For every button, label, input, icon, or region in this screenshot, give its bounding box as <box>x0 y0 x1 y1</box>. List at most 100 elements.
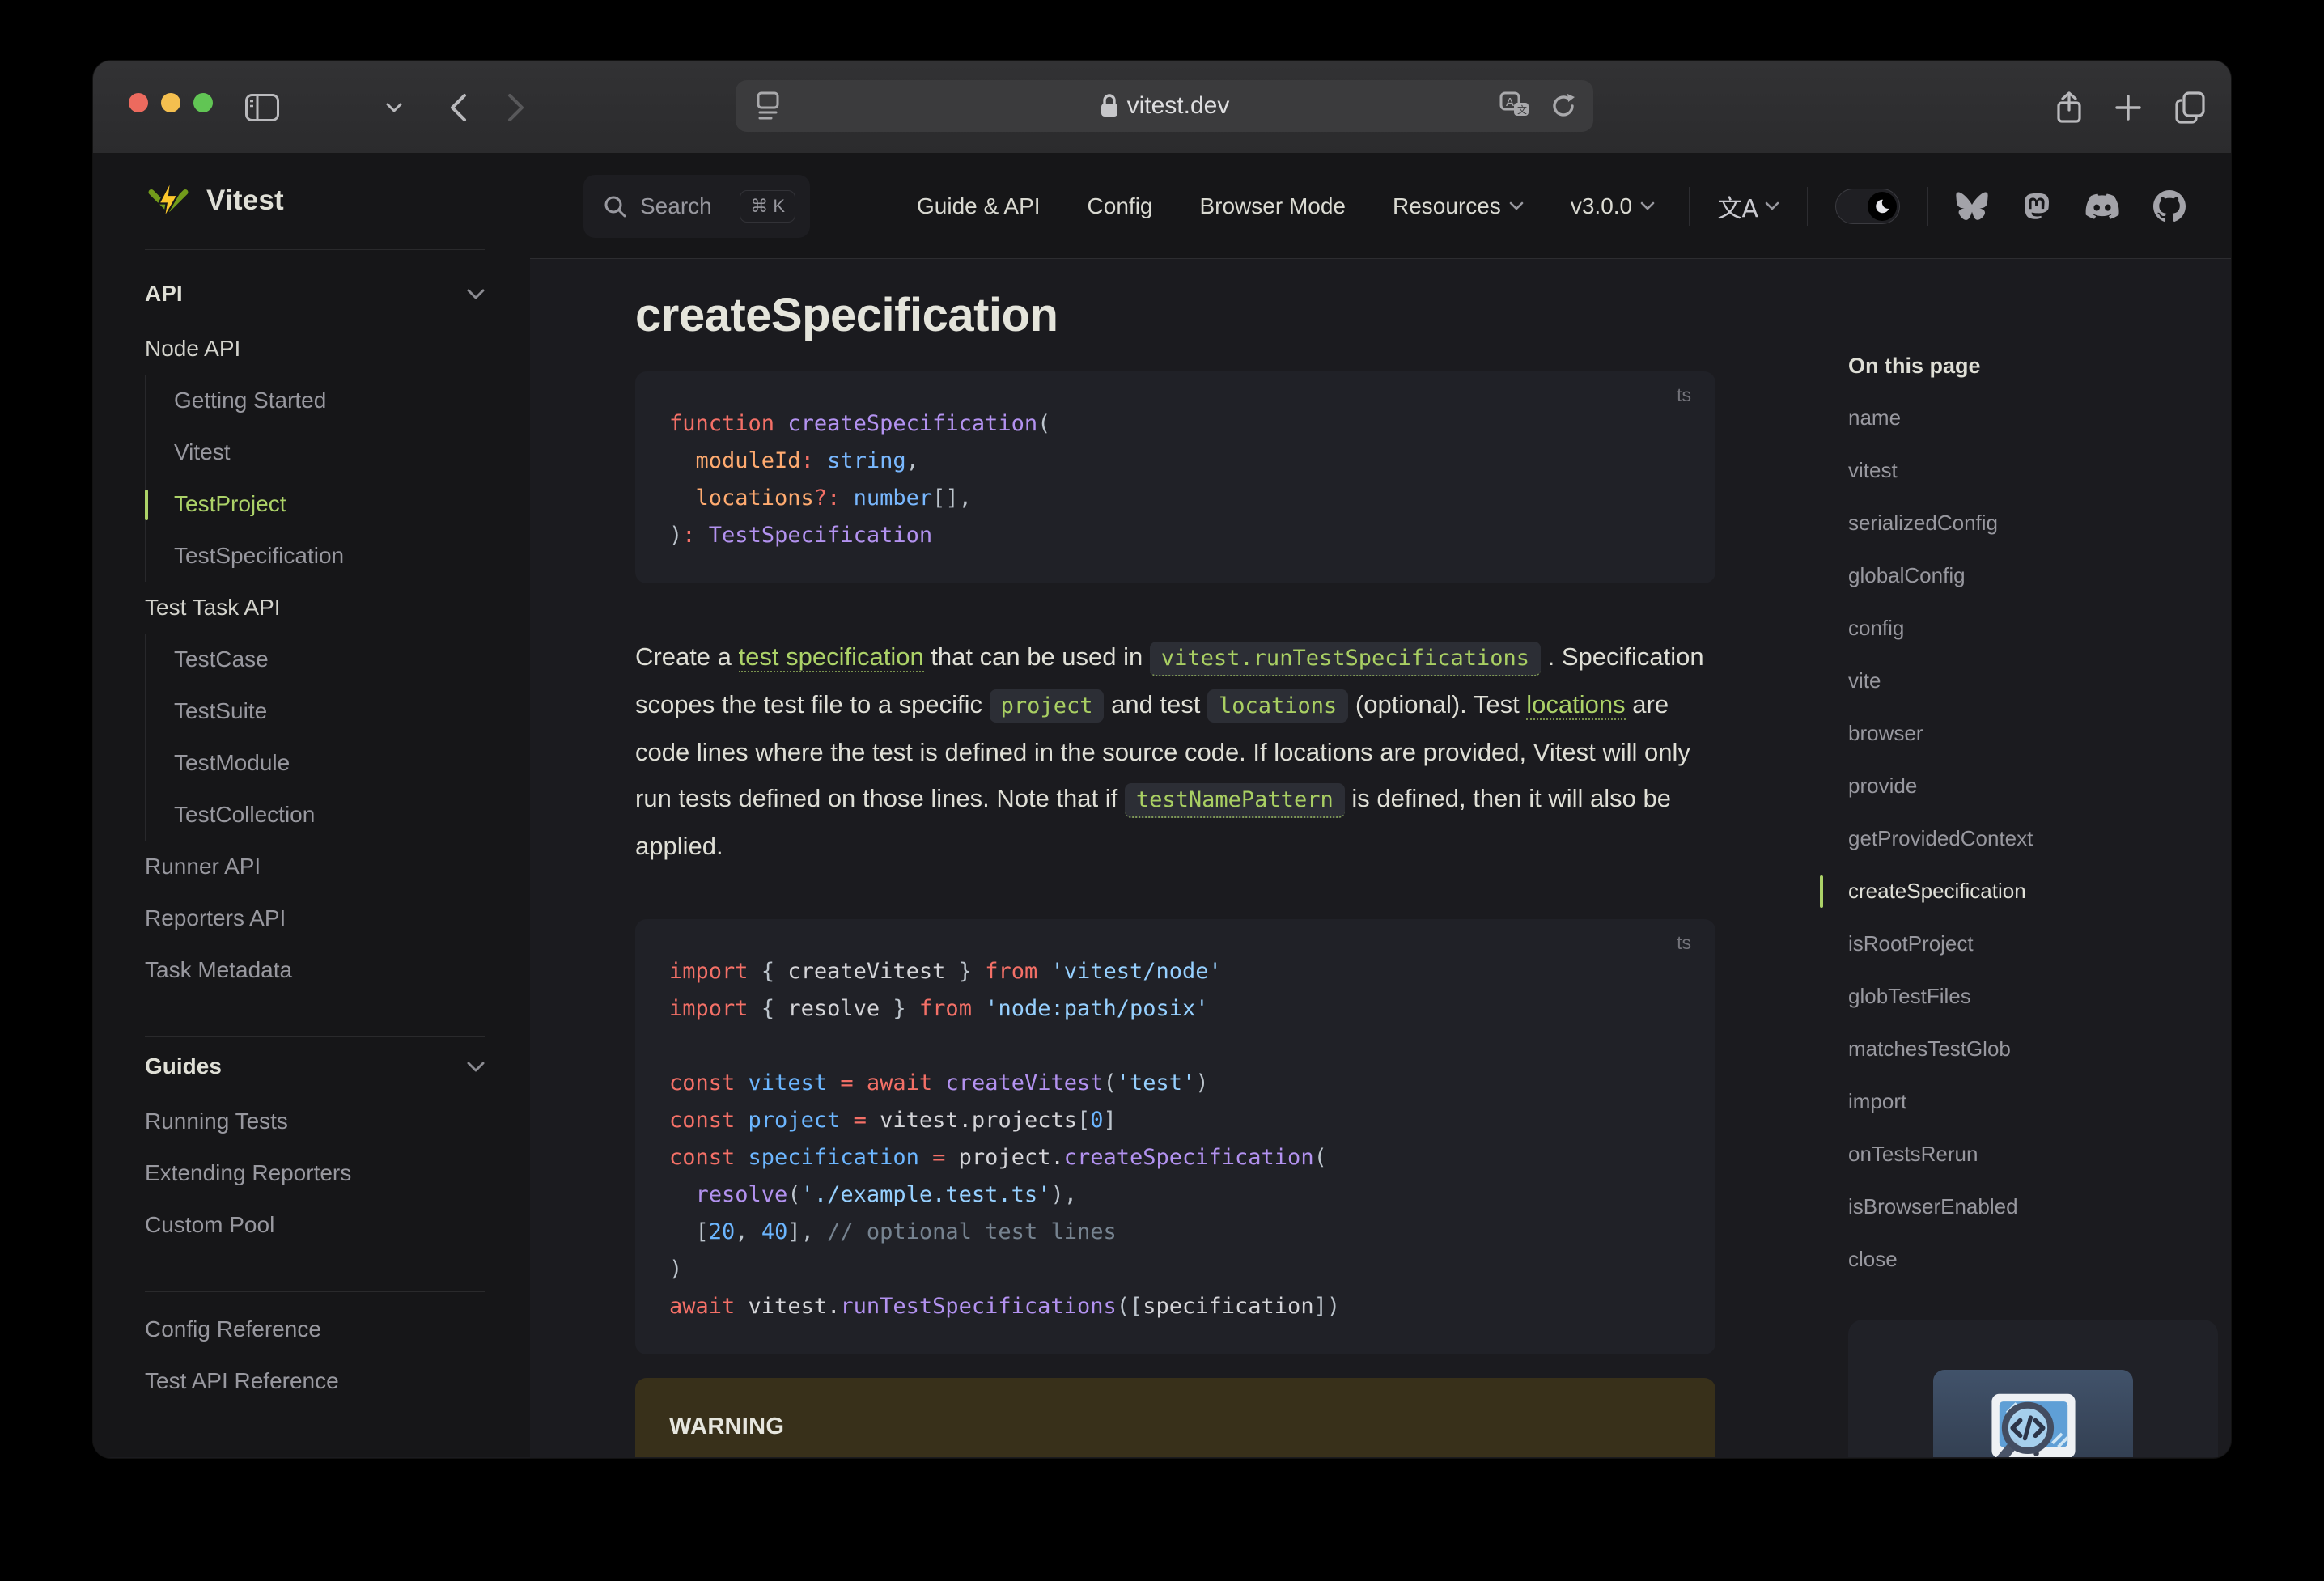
warning-title: WARNING <box>669 1414 785 1439</box>
lock-icon <box>1100 94 1119 118</box>
nav-link-config[interactable]: Config <box>1088 193 1153 219</box>
toc-item-getprovidedcontext[interactable]: getProvidedContext <box>1848 812 2192 865</box>
chevron-down-icon <box>1765 201 1779 210</box>
toc-item-provide[interactable]: provide <box>1848 760 2192 812</box>
search-kbd-shortcut: ⌘ K <box>740 189 795 223</box>
navbar-divider <box>1927 186 1928 226</box>
search-button[interactable]: Search ⌘ K <box>583 174 810 238</box>
sidebar-divider <box>145 249 485 250</box>
chevron-down-icon <box>1509 201 1524 210</box>
sidebar-item-testsuite[interactable]: TestSuite <box>146 685 485 737</box>
vitest-logo-icon <box>145 178 192 223</box>
share-icon[interactable] <box>2055 61 2083 154</box>
code-lines: import { createVitest } from 'vitest/nod… <box>669 959 1341 1319</box>
new-tab-icon[interactable] <box>2114 61 2143 154</box>
search-icon <box>604 196 626 217</box>
toc-item-createspecification[interactable]: createSpecification <box>1820 865 2192 918</box>
on-this-page-title: On this page <box>1848 353 1981 378</box>
chevron-down-icon <box>1640 201 1655 210</box>
toc-item-matchestestglob[interactable]: matchesTestGlob <box>1848 1023 2192 1075</box>
doc-paragraph: Create a test specification that can be … <box>635 642 1704 860</box>
toc-item-isbrowserenabled[interactable]: isBrowserEnabled <box>1848 1180 2192 1233</box>
browser-titlebar: vitest.dev A文 <box>93 61 2231 154</box>
nav-dropdown-version[interactable]: v3.0.0 <box>1571 193 1655 219</box>
moon-icon <box>1876 199 1889 213</box>
toc-item-isrootproject[interactable]: isRootProject <box>1848 918 2192 970</box>
toggle-knob <box>1868 191 1897 221</box>
bluesky-icon[interactable] <box>1956 191 1988 221</box>
minimize-window-button[interactable] <box>161 93 180 112</box>
toc-item-globalconfig[interactable]: globalConfig <box>1848 549 2192 602</box>
toc-item-globtestfiles[interactable]: globTestFiles <box>1848 970 2192 1023</box>
sidebar-item-config-reference[interactable]: Config Reference <box>145 1303 485 1355</box>
site-navbar: Search ⌘ K Guide & API Config Browser Mo… <box>530 154 2231 259</box>
chevron-down-icon <box>467 1062 485 1071</box>
brand-name: Vitest <box>206 184 284 216</box>
toc-item-vite[interactable]: vite <box>1848 655 2192 707</box>
sidebar-item-testspecification[interactable]: TestSpecification <box>146 530 485 582</box>
vitest-logo-home-link[interactable]: Vitest <box>145 175 530 227</box>
warning-callout: WARNING createSpecification expects reso… <box>635 1378 1715 1457</box>
docs-sidebar: Vitest API Node API Getting Started Vite… <box>93 154 530 1457</box>
address-bar[interactable]: vitest.dev A文 <box>736 80 1593 132</box>
close-window-button[interactable] <box>129 93 148 112</box>
sidebar-item-test-task-api[interactable]: Test Task API <box>145 582 485 634</box>
discord-icon[interactable] <box>2085 193 2119 220</box>
sidebar-item-testmodule[interactable]: TestModule <box>146 737 485 789</box>
sidebar-item-vitest[interactable]: Vitest <box>146 426 485 478</box>
mastodon-icon[interactable] <box>2022 191 2051 222</box>
sidebar-item-getting-started[interactable]: Getting Started <box>146 375 485 426</box>
github-icon[interactable] <box>2153 189 2186 223</box>
navbar-divider <box>1807 186 1808 226</box>
nav-link-guide-api[interactable]: Guide & API <box>917 193 1041 219</box>
toc-item-name[interactable]: name <box>1848 392 2192 444</box>
sidebar-item-node-api[interactable]: Node API <box>145 323 485 375</box>
sponsor-card[interactable] <box>1848 1320 2218 1457</box>
sidebar-item-extending-reporters[interactable]: Extending Reporters <box>145 1147 485 1199</box>
sponsor-image <box>1933 1370 2133 1457</box>
toc-item-browser[interactable]: browser <box>1848 707 2192 760</box>
chevron-down-icon <box>467 289 485 299</box>
code-lines: function createSpecification( moduleId: … <box>669 411 1051 548</box>
sidebar-toggle-icon[interactable] <box>245 61 279 154</box>
language-menu[interactable]: 文A <box>1717 189 1779 224</box>
forward-button[interactable] <box>507 61 525 154</box>
browser-window: vitest.dev A文 Vitest API Node API Gettin… <box>93 61 2231 1458</box>
dark-mode-toggle[interactable] <box>1835 188 1900 224</box>
toc-item-vitest[interactable]: vitest <box>1848 444 2192 497</box>
sidebar-item-reporters-api[interactable]: Reporters API <box>145 892 485 944</box>
toc-item-close[interactable]: close <box>1848 1233 2192 1286</box>
code-lang-badge: ts <box>1677 384 1691 405</box>
sidebar-item-runner-api[interactable]: Runner API <box>145 841 485 892</box>
window-controls <box>129 93 213 112</box>
tab-overview-icon[interactable] <box>2174 61 2207 154</box>
sidebar-item-testcase[interactable]: TestCase <box>146 634 485 685</box>
sidebar-item-testproject[interactable]: TestProject <box>145 478 485 530</box>
page-title: createSpecification <box>635 289 1058 341</box>
sidebar-item-task-metadata[interactable]: Task Metadata <box>145 944 485 996</box>
toc-item-import[interactable]: import <box>1848 1075 2192 1128</box>
sidebar-item-custom-pool[interactable]: Custom Pool <box>145 1199 485 1251</box>
toc-item-serializedconfig[interactable]: serializedConfig <box>1848 497 2192 549</box>
code-block-example[interactable]: ts import { createVitest } from 'vitest/… <box>635 919 1715 1354</box>
navbar-divider <box>1689 186 1690 226</box>
code-block-signature[interactable]: ts function createSpecification( moduleI… <box>635 371 1715 583</box>
sidebar-item-running-tests[interactable]: Running Tests <box>145 1096 485 1147</box>
sidebar-section-api[interactable]: API <box>145 265 485 323</box>
back-button[interactable] <box>449 61 467 154</box>
translate-language-icon: 文A <box>1717 194 1758 223</box>
sidebar-section-guides[interactable]: Guides <box>145 1037 485 1096</box>
nav-link-browser-mode[interactable]: Browser Mode <box>1199 193 1346 219</box>
vitest-docs-page: Vitest API Node API Getting Started Vite… <box>93 154 2231 1457</box>
zoom-window-button[interactable] <box>193 93 213 112</box>
toc-item-config[interactable]: config <box>1848 602 2192 655</box>
doc-content: createSpecification ts function createSp… <box>530 259 1715 1457</box>
nav-dropdown-resources[interactable]: Resources <box>1393 193 1524 219</box>
search-label: Search <box>640 193 712 218</box>
sidebar-item-testcollection[interactable]: TestCollection <box>146 789 485 841</box>
on-this-page-aside: On this page name vitest serializedConfi… <box>1820 259 2218 1457</box>
code-lang-badge: ts <box>1677 932 1691 953</box>
tab-group-chevron-icon[interactable] <box>386 61 402 154</box>
toc-item-ontestsrerun[interactable]: onTestsRerun <box>1848 1128 2192 1180</box>
sidebar-item-test-api-reference[interactable]: Test API Reference <box>145 1355 485 1407</box>
